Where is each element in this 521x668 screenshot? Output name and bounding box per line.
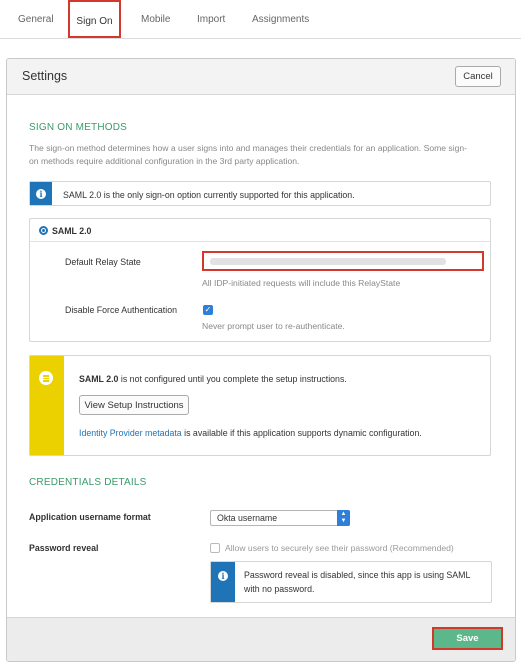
setup-notice-box: SAML 2.0 is not configured until you com… (29, 355, 491, 456)
setup-notice-text: SAML 2.0 is not configured until you com… (79, 374, 347, 384)
tab-import[interactable]: Import (197, 0, 225, 38)
credentials-details-heading: CREDENTIALS DETAILS (29, 477, 147, 488)
saml-option-label: SAML 2.0 (52, 226, 92, 236)
settings-panel: Settings Cancel SIGN ON METHODS The sign… (6, 58, 516, 662)
saml-option-header: SAML 2.0 (30, 219, 490, 242)
saml-info-message: SAML 2.0 is the only sign-on option curr… (63, 190, 355, 200)
relay-state-hint: All IDP-initiated requests will include … (202, 278, 401, 288)
settings-title: Settings (22, 69, 68, 83)
metadata-body: is available if this application support… (181, 428, 422, 438)
setup-notice-bold: SAML 2.0 (79, 374, 119, 384)
select-arrow-icon: ▲ ▼ (337, 510, 350, 526)
saml-option-box: SAML 2.0 Default Relay State All IDP-ini… (29, 218, 491, 342)
info-icon: i (36, 189, 46, 199)
saml-info-box: i SAML 2.0 is the only sign-on option cu… (29, 181, 491, 206)
sign-on-description-line1: The sign-on method determines how a user… (29, 143, 468, 153)
username-format-value: Okta username (217, 513, 278, 523)
tab-assignments[interactable]: Assignments (252, 0, 309, 38)
tab-mobile[interactable]: Mobile (141, 0, 170, 38)
password-notice-line2: with no password. (244, 584, 315, 594)
tab-bar: General Sign On Mobile Import Assignment… (0, 0, 521, 39)
settings-header: Settings Cancel (7, 59, 515, 95)
metadata-text: Identity Provider metadata is available … (79, 428, 422, 438)
username-format-select[interactable]: Okta username ▲ ▼ (210, 510, 350, 526)
username-format-label: Application username format (29, 512, 151, 522)
setup-notice-body: is not configured until you complete the… (118, 374, 347, 384)
password-reveal-checkbox[interactable] (210, 543, 220, 553)
disable-force-auth-label: Disable Force Authentication (65, 305, 177, 315)
password-reveal-label: Password reveal (29, 543, 99, 553)
password-notice-line1: Password reveal is disabled, since this … (244, 570, 471, 580)
saml-radio-button[interactable] (39, 226, 48, 235)
list-icon (39, 371, 53, 385)
view-setup-instructions-button[interactable]: View Setup Instructions (79, 395, 189, 415)
password-reveal-option: Allow users to securely see their passwo… (225, 543, 454, 553)
sign-on-methods-heading: SIGN ON METHODS (29, 122, 128, 133)
cancel-button[interactable]: Cancel (455, 66, 501, 87)
tab-general[interactable]: General (18, 0, 54, 38)
password-reveal-info-box: i Password reveal is disabled, since thi… (210, 561, 492, 603)
identity-provider-metadata-link[interactable]: Identity Provider metadata (79, 428, 182, 438)
save-label: Save (456, 633, 479, 644)
relay-state-label: Default Relay State (65, 257, 141, 267)
save-button[interactable]: Save (432, 627, 503, 650)
redacted-value (210, 258, 446, 265)
tab-sign-on[interactable]: Sign On (68, 0, 121, 38)
sign-on-description-line2: on methods require additional configurat… (29, 156, 300, 166)
info-icon: i (218, 571, 228, 581)
disable-force-auth-checkbox[interactable]: ✓ (203, 305, 213, 315)
relay-state-input[interactable] (202, 251, 484, 271)
disable-force-auth-hint: Never prompt user to re-authenticate. (202, 321, 345, 331)
